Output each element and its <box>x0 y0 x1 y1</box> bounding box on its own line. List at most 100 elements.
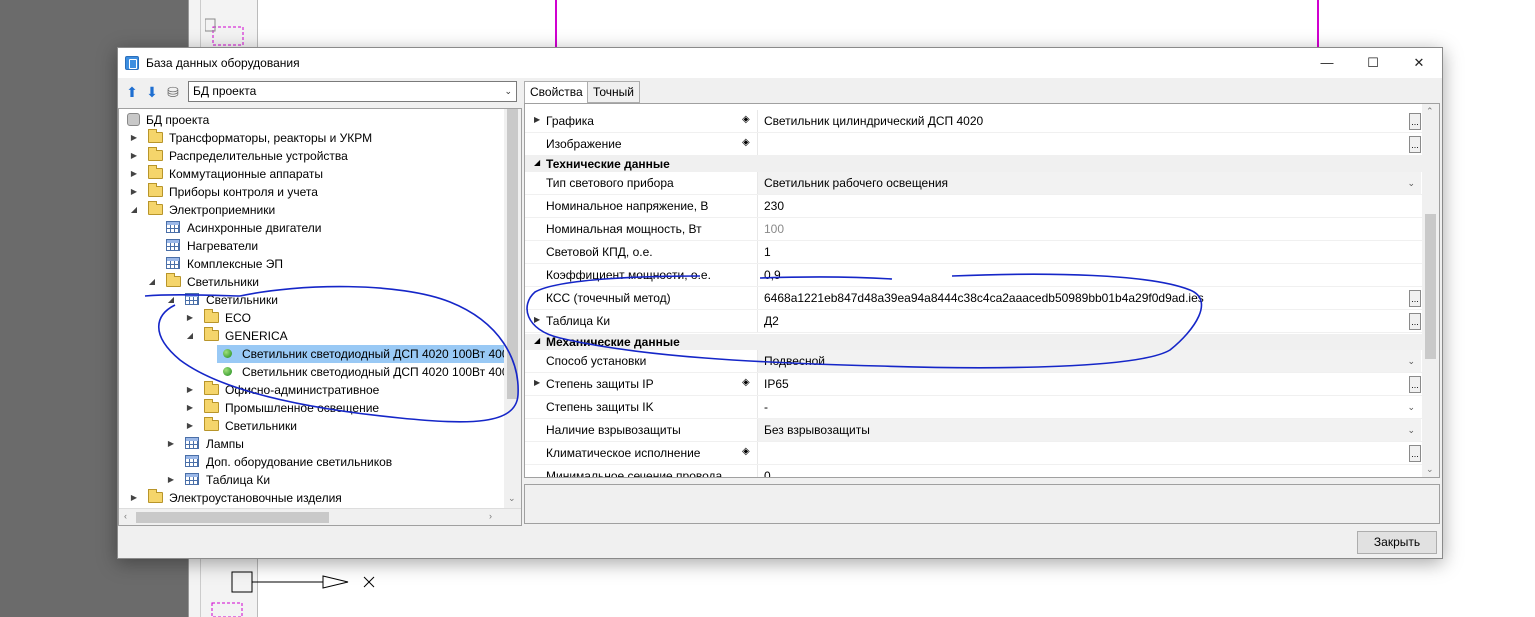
collapse-arrow-icon[interactable]: ◢ <box>165 291 177 309</box>
ellipsis-button[interactable]: ... <box>1409 376 1421 393</box>
ellipsis-button[interactable]: ... <box>1409 113 1421 130</box>
ellipsis-button[interactable]: ... <box>1409 445 1421 462</box>
tree-item[interactable]: ◢ Светильники <box>168 291 278 309</box>
arrow-up-icon[interactable]: ⬆ <box>124 84 140 100</box>
tree-item-selected[interactable]: Светильник светодиодный ДСП 4020 100Вт 4… <box>217 345 509 363</box>
collapse-arrow-icon[interactable]: ◢ <box>534 158 540 167</box>
collapse-arrow-icon[interactable]: ◢ <box>128 201 140 219</box>
grid-value[interactable]: Светильник рабочего освещения ⌄ <box>757 172 1421 194</box>
expand-arrow-icon[interactable]: ▶ <box>184 381 196 399</box>
equipment-tree[interactable]: БД проекта ▶ Трансформаторы, реакторы и … <box>118 108 522 526</box>
grid-row-power[interactable]: Номинальная мощность, Вт 100 <box>525 218 1423 241</box>
expand-arrow-icon[interactable]: ▶ <box>128 165 140 183</box>
grid-row-ik[interactable]: Степень защиты IK - ⌄ <box>525 396 1423 419</box>
expand-arrow-icon[interactable]: ▶ <box>534 115 540 124</box>
expand-arrow-icon[interactable]: ▶ <box>165 435 177 453</box>
arrow-down-icon[interactable]: ⬇ <box>144 84 160 100</box>
tree-item[interactable]: ▶ Офисно-административное <box>187 381 379 399</box>
tab-exact-view[interactable]: Точный вид <box>587 81 641 119</box>
tree-item[interactable]: ▶ Трансформаторы, реакторы и УКРМ <box>131 129 372 147</box>
title-bar[interactable]: База данных оборудования — ☐ ✕ <box>118 48 1442 78</box>
scroll-down-icon[interactable]: ⌄ <box>508 493 516 504</box>
tree-item[interactable]: ▶ Таблица Ки <box>168 471 270 489</box>
chevron-down-icon[interactable]: ⌄ <box>1407 419 1415 441</box>
expand-arrow-icon[interactable]: ▶ <box>534 378 540 387</box>
grid-value[interactable]: Светильник цилиндрический ДСП 4020... <box>757 110 1421 132</box>
tree-item[interactable]: ▶ Электроустановочные изделия <box>131 489 342 507</box>
grid-value[interactable]: ... <box>757 133 1421 155</box>
tree-item[interactable]: ▶ Распределительные устройства <box>131 147 348 165</box>
grid-row-kss[interactable]: КСС (точечный метод) 6468a1221eb847d48a3… <box>525 287 1423 310</box>
grid-category-mechanical[interactable]: ◢ Механические данные <box>525 334 1423 350</box>
grid-row-image[interactable]: Изображение ◈ ... <box>525 133 1423 156</box>
grid-row-ip[interactable]: ▶ Степень защиты IP ◈ IP65... <box>525 373 1423 396</box>
tree-hscroll-thumb[interactable] <box>136 512 329 523</box>
tree-item[interactable]: ▶ Светильники <box>187 417 297 435</box>
tree-item[interactable]: ▶ ECO <box>187 309 251 327</box>
tree-vscroll-thumb[interactable] <box>507 109 518 399</box>
grid-row-ki-table[interactable]: ▶ Таблица Ки Д2... <box>525 310 1423 333</box>
database-icon[interactable]: ⛁ <box>165 84 181 100</box>
grid-value[interactable]: Подвесной ⌄ <box>757 350 1421 372</box>
grid-vertical-scrollbar[interactable]: ⌃ ⌄ <box>1422 104 1439 477</box>
grid-value[interactable]: IP65... <box>757 373 1421 395</box>
chevron-down-icon[interactable]: ⌄ <box>1407 396 1415 418</box>
grid-row-luminaire-type[interactable]: Тип светового прибора Светильник рабочег… <box>525 172 1423 195</box>
grid-value[interactable]: ... <box>757 442 1421 464</box>
property-grid[interactable]: ▶ Графика ◈ Светильник цилиндрический ДС… <box>524 103 1440 478</box>
expand-arrow-icon[interactable]: ▶ <box>165 471 177 489</box>
database-select[interactable]: БД проекта ⌄ <box>188 81 517 102</box>
tab-properties[interactable]: Свойства <box>524 81 589 104</box>
collapse-arrow-icon[interactable]: ◢ <box>184 327 196 345</box>
expand-arrow-icon[interactable]: ▶ <box>184 417 196 435</box>
close-button[interactable]: Закрыть <box>1357 531 1437 554</box>
expand-arrow-icon[interactable]: ▶ <box>184 309 196 327</box>
chevron-down-icon[interactable]: ⌄ <box>1407 350 1415 372</box>
grid-row-explosion[interactable]: Наличие взрывозащиты Без взрывозащиты ⌄ <box>525 419 1423 442</box>
expand-arrow-icon[interactable]: ▶ <box>128 183 140 201</box>
grid-value[interactable]: 6468a1221eb847d48a39ea94a8444c38c4ca2aaa… <box>757 287 1421 309</box>
tree-item[interactable]: ◢ Светильники <box>149 273 259 291</box>
tree-root[interactable]: БД проекта <box>127 111 209 129</box>
tree-item[interactable]: Доп. оборудование светильников <box>185 453 392 471</box>
expand-arrow-icon[interactable]: ▶ <box>128 147 140 165</box>
grid-value[interactable]: Без взрывозащиты ⌄ <box>757 419 1421 441</box>
scroll-down-icon[interactable]: ⌄ <box>1426 464 1434 475</box>
scroll-up-icon[interactable]: ⌃ <box>1426 106 1434 117</box>
scroll-left-icon[interactable]: ‹ <box>124 511 127 521</box>
tree-item[interactable]: ▶ Промышленное освещение <box>187 399 379 417</box>
tree-item[interactable]: ◢ GENERICA <box>187 327 288 345</box>
grid-value[interactable]: 0 <box>757 465 1421 477</box>
close-window-button[interactable]: ✕ <box>1396 48 1442 78</box>
grid-row-climate[interactable]: Климатическое исполнение ◈ ... <box>525 442 1423 465</box>
ellipsis-button[interactable]: ... <box>1409 290 1421 307</box>
grid-value[interactable]: - ⌄ <box>757 396 1421 418</box>
tree-item[interactable]: Комплексные ЭП <box>166 255 283 273</box>
tree-item[interactable]: ◢ Электроприемники <box>131 201 275 219</box>
grid-value[interactable]: Д2... <box>757 310 1421 332</box>
tree-item[interactable]: Светильник светодиодный ДСП 4020 100Вт 4… <box>223 363 509 381</box>
grid-row-voltage[interactable]: Номинальное напряжение, В 230 <box>525 195 1423 218</box>
chevron-down-icon[interactable]: ⌄ <box>1407 172 1415 194</box>
grid-row-min-wire[interactable]: Минимальное сечение провода 0 <box>525 465 1423 477</box>
expand-arrow-icon[interactable]: ▶ <box>534 315 540 324</box>
grid-value[interactable]: 1 <box>757 241 1421 263</box>
collapse-arrow-icon[interactable]: ◢ <box>146 273 158 291</box>
tree-item[interactable]: Нагреватели <box>166 237 258 255</box>
grid-row-efficiency[interactable]: Световой КПД, о.е. 1 <box>525 241 1423 264</box>
expand-arrow-icon[interactable]: ▶ <box>128 129 140 147</box>
expand-arrow-icon[interactable]: ▶ <box>184 399 196 417</box>
tree-horizontal-scrollbar[interactable]: ‹ › <box>119 508 521 525</box>
tree-item[interactable]: ▶ Лампы <box>168 435 244 453</box>
grid-category-technical[interactable]: ◢ Технические данные <box>525 156 1423 172</box>
grid-vscroll-thumb[interactable] <box>1425 214 1436 359</box>
tree-item[interactable]: ▶ Приборы контроля и учета <box>131 183 318 201</box>
collapse-arrow-icon[interactable]: ◢ <box>534 336 540 345</box>
ellipsis-button[interactable]: ... <box>1409 313 1421 330</box>
expand-arrow-icon[interactable]: ▶ <box>128 489 140 507</box>
tree-item[interactable]: Асинхронные двигатели <box>166 219 322 237</box>
maximize-button[interactable]: ☐ <box>1350 48 1396 78</box>
grid-value[interactable]: 0,9 <box>757 264 1421 286</box>
tree-item[interactable]: ▶ Коммутационные аппараты <box>131 165 323 183</box>
grid-row-power-factor[interactable]: Коэффициент мощности, о.е. 0,9 <box>525 264 1423 287</box>
